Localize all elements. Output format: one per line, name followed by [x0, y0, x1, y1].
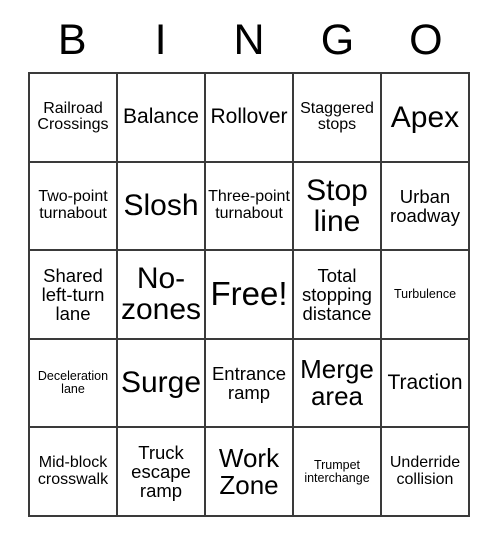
bingo-cell-label: Three-point turnabout [208, 188, 290, 222]
bingo-cell-label: Deceleration lane [37, 369, 109, 397]
bingo-cell[interactable]: Stop line [294, 162, 382, 252]
bingo-cell-label: Work Zone [218, 442, 280, 500]
bingo-cell-label: Truck escape ramp [131, 441, 191, 502]
bingo-cell[interactable]: Mid-block crosswalk [30, 428, 118, 517]
bingo-cell-label: Rollover [210, 105, 288, 129]
bingo-cell-label: No-zones [120, 262, 202, 327]
bingo-cell-label: Balance [123, 105, 199, 129]
bingo-cell-label: Railroad Crossings [37, 99, 109, 134]
bingo-cell-free[interactable]: Free! [206, 251, 294, 340]
bingo-row: Two-point turnabout Slosh Three-point tu… [30, 162, 470, 252]
bingo-row: Shared left-turn lane No-zones Free! Tot… [30, 251, 470, 340]
bingo-cell[interactable]: Shared left-turn lane [30, 251, 118, 340]
bingo-row: Deceleration lane Surge Entrance ramp Me… [30, 339, 470, 429]
bingo-cell[interactable]: Slosh [118, 162, 206, 252]
bingo-cell[interactable]: Rollover [206, 74, 294, 163]
bingo-cell[interactable]: Staggered stops [294, 74, 382, 163]
bingo-cell-label: Two-point turnabout [38, 188, 108, 222]
bingo-cell-label: Staggered stops [300, 99, 374, 134]
bingo-cell-label: Turbulence [393, 286, 457, 301]
bingo-cell[interactable]: Apex [382, 74, 470, 163]
bingo-cell-label: Shared left-turn lane [41, 264, 105, 325]
bingo-cell-label: Traction [387, 371, 463, 395]
bingo-cell-label: Apex [390, 100, 460, 134]
bingo-cell[interactable]: Trumpet interchange [294, 428, 382, 517]
bingo-grid: Railroad Crossings Balance Rollover Stag… [28, 72, 470, 517]
bingo-header: B I N G O [28, 8, 470, 72]
bingo-cell[interactable]: Railroad Crossings [30, 74, 118, 163]
bingo-header-letter-i: I [154, 15, 167, 64]
bingo-cell-label: Urban roadway [390, 185, 460, 226]
bingo-cell[interactable]: No-zones [118, 251, 206, 340]
bingo-cell[interactable]: Total stopping distance [294, 251, 382, 340]
bingo-header-letter-b: B [57, 15, 87, 64]
bingo-cell-label: Slosh [123, 189, 199, 223]
bingo-cell-label: Mid-block crosswalk [37, 454, 109, 488]
bingo-header-letter-n: N [233, 15, 265, 64]
bingo-cell-label: Free! [210, 275, 288, 313]
bingo-cell[interactable]: Three-point turnabout [206, 162, 294, 252]
bingo-cell[interactable]: Work Zone [206, 428, 294, 517]
bingo-cell[interactable]: Urban roadway [382, 162, 470, 252]
bingo-cell[interactable]: Balance [118, 74, 206, 163]
bingo-cell-label: Total stopping distance [302, 264, 372, 325]
bingo-cell-label: Stop line [306, 173, 368, 238]
bingo-row: Mid-block crosswalk Truck escape ramp Wo… [30, 428, 470, 517]
bingo-cell-label: Merge area [300, 354, 374, 412]
bingo-cell-label: Surge [120, 366, 202, 400]
bingo-cell-label: Trumpet interchange [304, 457, 370, 485]
bingo-row: Railroad Crossings Balance Rollover Stag… [30, 74, 470, 163]
bingo-cell[interactable]: Deceleration lane [30, 339, 118, 429]
bingo-cell[interactable]: Surge [118, 339, 206, 429]
bingo-cell-label: Entrance ramp [211, 362, 287, 404]
bingo-card: B I N G O Railroad Crossings Balance Rol… [28, 8, 470, 517]
bingo-cell[interactable]: Truck escape ramp [118, 428, 206, 517]
bingo-cell[interactable]: Merge area [294, 339, 382, 429]
bingo-cell[interactable]: Entrance ramp [206, 339, 294, 429]
bingo-cell[interactable]: Two-point turnabout [30, 162, 118, 252]
bingo-cell[interactable]: Underride collision [382, 428, 470, 517]
bingo-cell[interactable]: Turbulence [382, 251, 470, 340]
bingo-cell-label: Underride collision [389, 454, 461, 488]
bingo-header-letter-g: G [320, 15, 355, 64]
bingo-header-letter-o: O [409, 15, 443, 64]
bingo-cell[interactable]: Traction [382, 339, 470, 429]
